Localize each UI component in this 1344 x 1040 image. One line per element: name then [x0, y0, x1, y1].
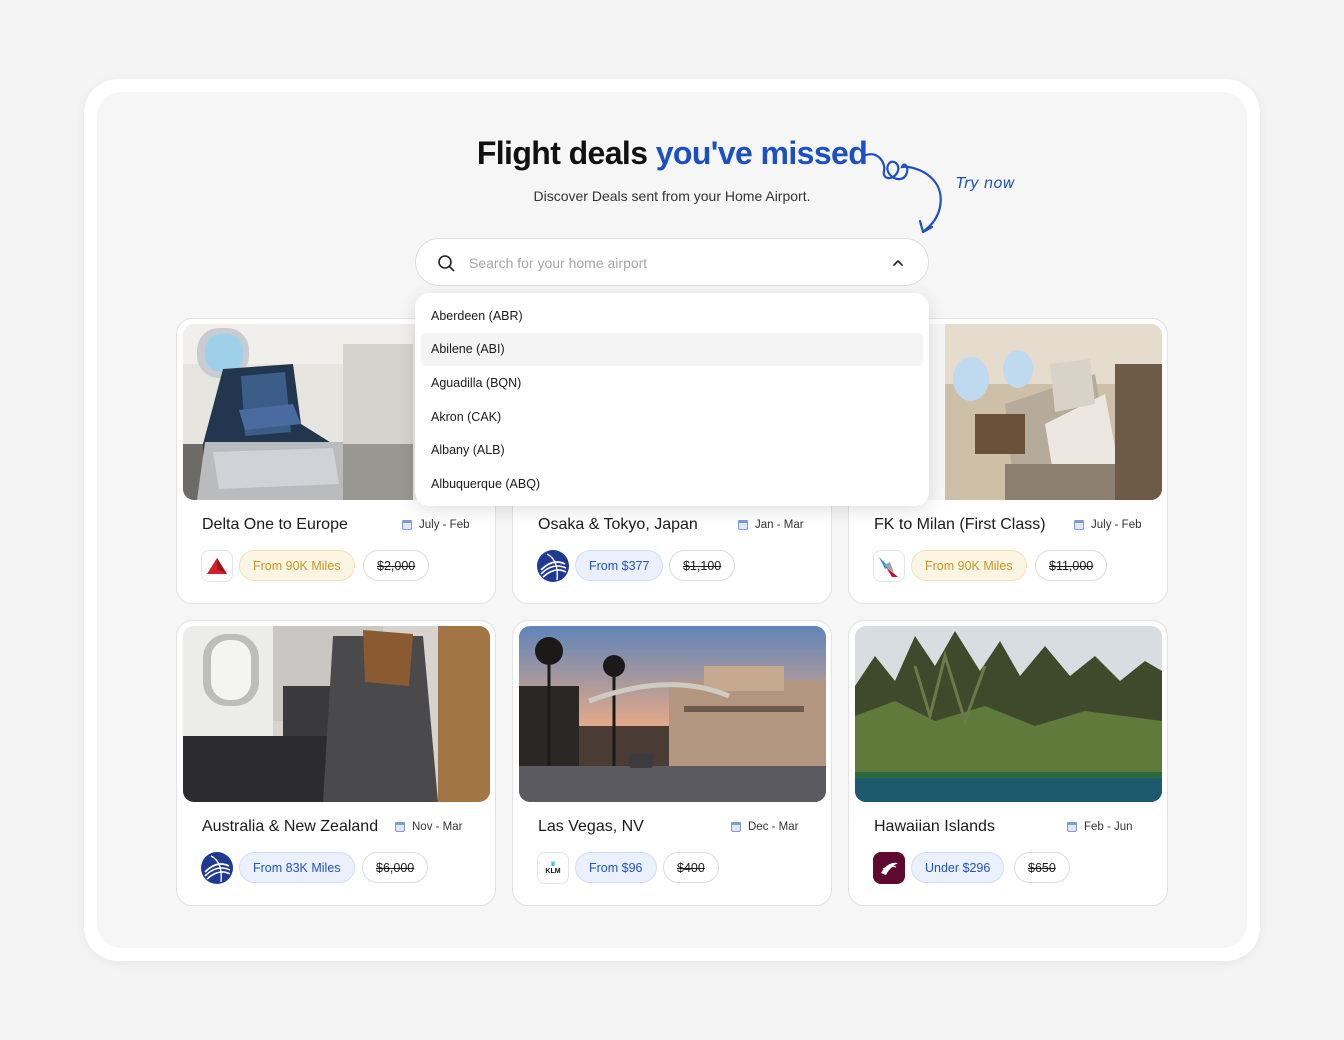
- search-input[interactable]: [469, 252, 869, 274]
- deal-price: From 90K Miles: [911, 550, 1027, 581]
- search-icon: [438, 255, 455, 272]
- united-globe-logo-icon: [537, 550, 569, 582]
- deal-dates-text: July - Feb: [1091, 519, 1142, 531]
- page-subtitle: Discover Deals sent from your Home Airpo…: [533, 188, 811, 204]
- deal-original-price: $11,000: [1035, 550, 1108, 581]
- dropdown-option[interactable]: Aguadilla (BQN): [421, 366, 923, 400]
- deal-dates: July - Feb: [1074, 519, 1142, 531]
- calendar-icon: [738, 520, 748, 530]
- dropdown-option[interactable]: Aberdeen (ABR): [421, 299, 923, 333]
- airport-dropdown: Aberdeen (ABR) Abilene (ABI) Aguadilla (…: [415, 293, 929, 506]
- deal-image-las-vegas: [519, 626, 826, 802]
- crown-icon: ♛: [549, 861, 557, 868]
- deal-card[interactable]: Hawaiian Islands Feb - Jun Under $296 $6…: [848, 620, 1168, 906]
- deal-card[interactable]: Las Vegas, NV Dec - Mar ♛ KLM From $96 $…: [512, 620, 832, 906]
- calendar-icon: [731, 822, 741, 832]
- calendar-icon: [1067, 822, 1077, 832]
- try-now-arrow-icon: [864, 153, 942, 234]
- deal-price: From $96: [575, 852, 657, 883]
- page-title: Flight deals you've missed: [0, 135, 1344, 172]
- title-main: Flight deals: [476, 135, 648, 171]
- deal-title: Hawaiian Islands: [874, 818, 995, 835]
- united-globe-logo-icon: [201, 852, 233, 884]
- deal-title: Delta One to Europe: [202, 516, 348, 533]
- deal-price: From 83K Miles: [239, 852, 355, 883]
- deal-dates-text: July - Feb: [419, 519, 470, 531]
- deal-price: From $377: [575, 550, 664, 581]
- deal-title: FK to Milan (First Class): [874, 516, 1046, 533]
- deal-title: Australia & New Zealand: [202, 818, 379, 835]
- dropdown-option[interactable]: Akron (CAK): [421, 400, 923, 434]
- calendar-icon: [395, 822, 405, 832]
- deal-dates: Dec - Mar: [731, 821, 798, 833]
- airport-search[interactable]: [415, 238, 929, 286]
- deal-dates: Feb - Jun: [1067, 821, 1133, 833]
- klm-logo-icon: ♛ KLM: [537, 852, 569, 884]
- qatar-logo-icon: [873, 852, 905, 884]
- deal-dates-text: Feb - Jun: [1084, 821, 1133, 833]
- dropdown-option-highlighted[interactable]: Abilene (ABI): [421, 332, 923, 367]
- deal-price: Under $296: [911, 852, 1005, 883]
- american-airlines-logo-icon: [873, 550, 905, 582]
- deal-original-price: $6,000: [362, 852, 429, 883]
- deal-original-price: $1,100: [669, 550, 736, 581]
- deal-title: Osaka & Tokyo, Japan: [538, 516, 698, 533]
- deal-price: From 90K Miles: [239, 550, 355, 581]
- chevron-up-icon[interactable]: [891, 256, 905, 270]
- dropdown-option[interactable]: Albany (ALB): [421, 433, 923, 467]
- deal-dates: Nov - Mar: [395, 821, 462, 833]
- deal-original-price: $650: [1014, 852, 1070, 883]
- deal-card[interactable]: Australia & New Zealand Nov - Mar From 8…: [176, 620, 496, 906]
- delta-logo-icon: [201, 550, 233, 582]
- deal-title: Las Vegas, NV: [538, 818, 644, 835]
- calendar-icon: [1074, 520, 1084, 530]
- klm-logo-text: KLM: [545, 868, 561, 875]
- title-accent: you've missed: [655, 135, 868, 171]
- deal-dates: July - Feb: [402, 519, 470, 531]
- deal-original-price: $2,000: [363, 550, 430, 581]
- try-now-annotation: Try now: [956, 174, 1015, 192]
- calendar-icon: [402, 520, 412, 530]
- deal-dates-text: Jan - Mar: [755, 519, 804, 531]
- deal-image-business-seat: [183, 626, 490, 802]
- deal-dates-text: Nov - Mar: [412, 821, 463, 833]
- deal-dates: Jan - Mar: [738, 519, 804, 531]
- deal-original-price: $400: [663, 852, 719, 883]
- deal-image-hawaii: [855, 626, 1162, 802]
- deal-dates-text: Dec - Mar: [748, 821, 799, 833]
- dropdown-option[interactable]: Albuquerque (ABQ): [421, 467, 923, 501]
